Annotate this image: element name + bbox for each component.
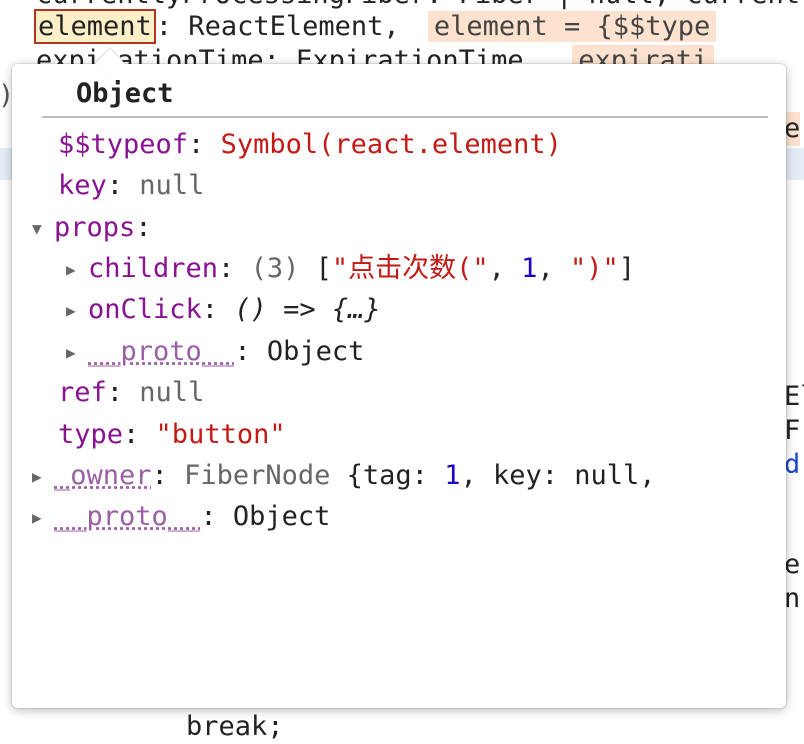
popover-divider (42, 116, 768, 118)
current-line-highlight-right (784, 148, 804, 180)
property-row-props[interactable]: ▼ props: (32, 211, 152, 246)
property-row-onclick[interactable]: ▶ onClick: () => {…} (66, 293, 381, 328)
property-row-children[interactable]: ▶ children: (3) ["点击次数(", 1, ")"] (66, 252, 635, 287)
editor-right-e: e (784, 112, 801, 146)
editor-right-e2: e (784, 549, 801, 580)
popover-title: Object (76, 78, 174, 109)
editor-right-n: n (784, 583, 801, 614)
triangle-right-icon[interactable]: ▶ (66, 336, 88, 370)
editor-line-element: element: ReactElement, element = {$$type (34, 9, 717, 44)
property-row-ref: ref: null (58, 377, 205, 408)
editor-right-f: F (784, 415, 801, 446)
object-preview-popover[interactable]: Object $$typeof: Symbol(react.element) k… (12, 48, 786, 708)
triangle-down-icon[interactable]: ▼ (32, 212, 54, 246)
editor-right-d: d (784, 449, 801, 480)
triangle-right-icon[interactable]: ▶ (32, 460, 54, 494)
type-annotation: : ReactElement, (155, 11, 400, 42)
property-row-owner[interactable]: ▶ _owner: FiberNode {tag: 1, key: null, (32, 459, 656, 494)
inline-value-hint[interactable]: element = {$$type (427, 11, 717, 42)
property-row-typeof: $$typeof: Symbol(react.element) (58, 129, 562, 160)
triangle-right-icon[interactable]: ▶ (66, 294, 88, 328)
editor-right-el: El (784, 381, 804, 412)
triangle-right-icon[interactable]: ▶ (32, 501, 54, 535)
property-row-props-proto[interactable]: ▶ __proto__: Object (66, 335, 364, 370)
editor-line-break: break; (186, 711, 284, 742)
hovered-identifier[interactable]: element (34, 9, 156, 44)
property-row-type: type: "button" (58, 419, 286, 450)
property-row-proto[interactable]: ▶ __proto__: Object (32, 500, 330, 535)
property-row-key: key: null (58, 170, 205, 201)
triangle-right-icon[interactable]: ▶ (66, 253, 88, 287)
